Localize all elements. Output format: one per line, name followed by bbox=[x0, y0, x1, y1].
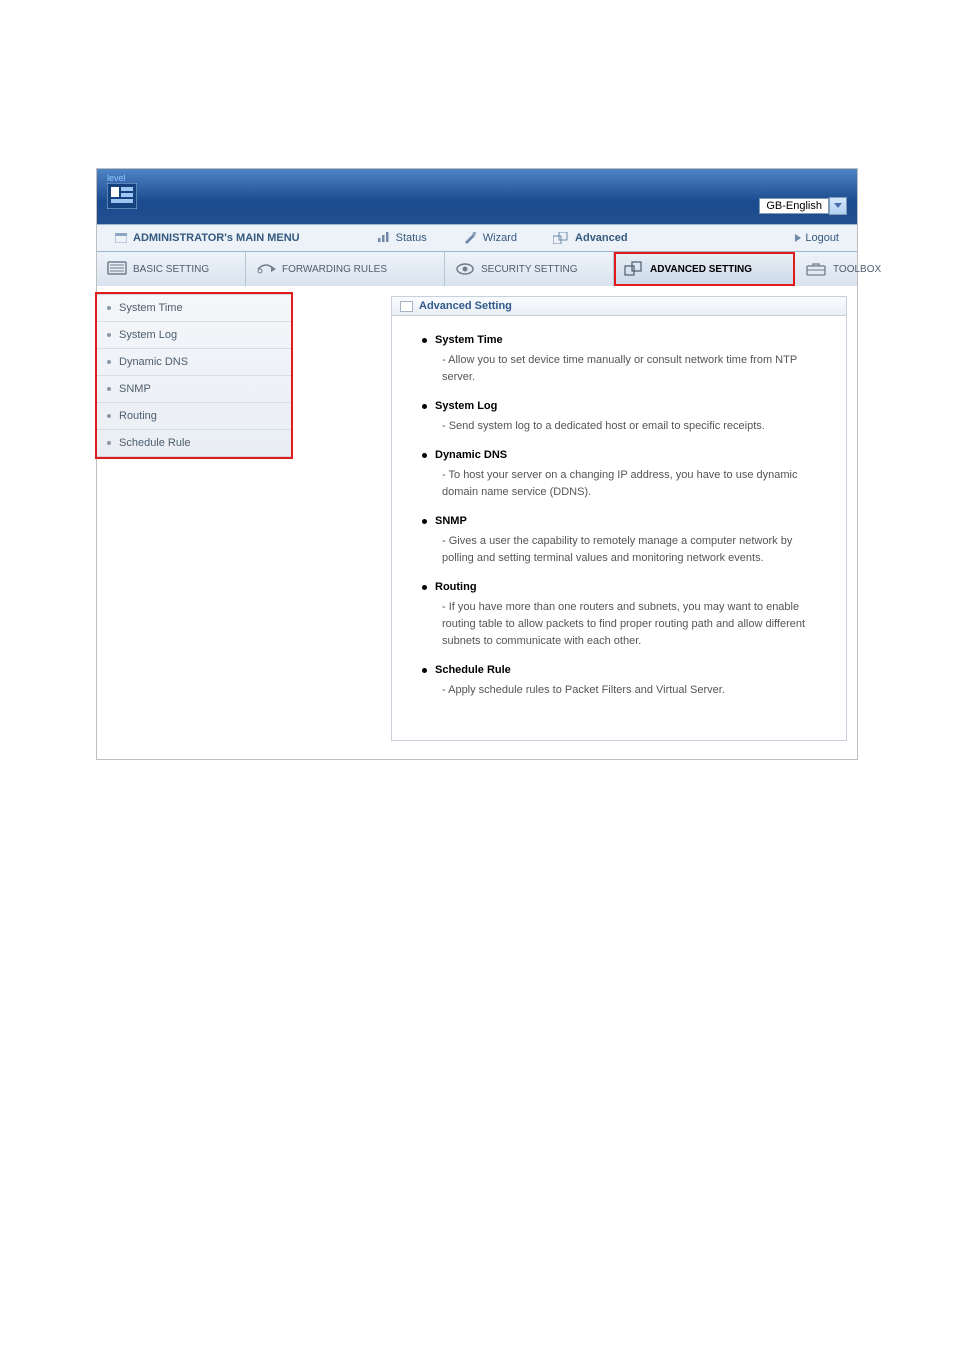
tab-security-setting[interactable]: SECURITY SETTING bbox=[445, 252, 614, 286]
main-menu-title-section: ADMINISTRATOR's MAIN MENU bbox=[97, 232, 318, 244]
sidebar-item-system-log[interactable]: System Log bbox=[97, 322, 291, 349]
nav-wizard[interactable]: Wizard bbox=[445, 232, 535, 244]
page-icon bbox=[400, 301, 413, 312]
feature-routing: Routing - If you have more than one rout… bbox=[422, 581, 824, 650]
bullet-icon bbox=[107, 414, 111, 418]
bullet-icon bbox=[422, 453, 427, 458]
feature-title: System Time bbox=[435, 334, 503, 346]
advanced-setting-icon bbox=[624, 261, 644, 277]
feature-desc: - To host your server on a changing IP a… bbox=[442, 467, 824, 501]
bullet-icon bbox=[107, 306, 111, 310]
bullet-icon bbox=[422, 585, 427, 590]
forwarding-icon bbox=[256, 261, 276, 277]
bullet-icon bbox=[422, 404, 427, 409]
bullet-icon bbox=[422, 668, 427, 673]
feature-system-time: System Time - Allow you to set device ti… bbox=[422, 334, 824, 386]
tab-advanced-label: ADVANCED SETTING bbox=[650, 264, 752, 275]
sidebar-item-label: SNMP bbox=[119, 383, 151, 395]
feature-desc: - Send system log to a dedicated host or… bbox=[442, 418, 824, 435]
header-banner: level GB-English bbox=[97, 169, 857, 224]
tab-advanced-setting[interactable]: ADVANCED SETTING bbox=[614, 252, 795, 286]
feature-title: Dynamic DNS bbox=[435, 449, 507, 461]
feature-list: System Time - Allow you to set device ti… bbox=[422, 334, 824, 700]
tab-forwarding-label: FORWARDING RULES bbox=[282, 264, 387, 275]
tab-basic-label: BASIC SETTING bbox=[133, 264, 209, 275]
tab-bar: BASIC SETTING FORWARDING RULES SECURITY … bbox=[97, 252, 857, 286]
nav-advanced[interactable]: Advanced bbox=[535, 232, 646, 244]
tab-toolbox[interactable]: TOOLBOX bbox=[795, 252, 891, 286]
feature-dynamic-dns: Dynamic DNS - To host your server on a c… bbox=[422, 449, 824, 501]
sidebar-item-dynamic-dns[interactable]: Dynamic DNS bbox=[97, 349, 291, 376]
bullet-icon bbox=[107, 333, 111, 337]
status-icon bbox=[376, 232, 390, 244]
security-icon bbox=[455, 261, 475, 277]
bullet-icon bbox=[422, 338, 427, 343]
tab-basic-setting[interactable]: BASIC SETTING bbox=[97, 252, 246, 286]
nav-wizard-label: Wizard bbox=[483, 232, 517, 244]
sidebar-item-routing[interactable]: Routing bbox=[97, 403, 291, 430]
brand-logo-text: level bbox=[107, 173, 126, 183]
bullet-icon bbox=[107, 360, 111, 364]
bullet-icon bbox=[107, 441, 111, 445]
panel-heading-text: Advanced Setting bbox=[419, 300, 512, 312]
logout-label: Logout bbox=[805, 232, 839, 244]
sidebar-item-schedule-rule[interactable]: Schedule Rule bbox=[97, 430, 291, 456]
sidebar-item-label: Dynamic DNS bbox=[119, 356, 188, 368]
panel-heading: Advanced Setting bbox=[392, 297, 846, 316]
play-icon bbox=[795, 234, 801, 242]
language-selected: GB-English bbox=[759, 198, 829, 214]
sidebar-item-label: System Log bbox=[119, 329, 177, 341]
feature-desc: - Apply schedule rules to Packet Filters… bbox=[442, 682, 824, 699]
nav-status[interactable]: Status bbox=[358, 232, 445, 244]
feature-title: System Log bbox=[435, 400, 497, 412]
page-icon bbox=[115, 233, 127, 243]
feature-snmp: SNMP - Gives a user the capability to re… bbox=[422, 515, 824, 567]
nav-status-label: Status bbox=[396, 232, 427, 244]
feature-schedule-rule: Schedule Rule - Apply schedule rules to … bbox=[422, 664, 824, 699]
bullet-icon bbox=[422, 519, 427, 524]
nav-advanced-label: Advanced bbox=[575, 232, 628, 244]
feature-title: SNMP bbox=[435, 515, 467, 527]
sidebar-item-snmp[interactable]: SNMP bbox=[97, 376, 291, 403]
language-selector[interactable]: GB-English bbox=[759, 197, 847, 215]
sidebar-item-label: System Time bbox=[119, 302, 183, 314]
main-menu-title: ADMINISTRATOR's MAIN MENU bbox=[133, 232, 300, 244]
toolbox-icon bbox=[805, 261, 827, 277]
feature-desc: - If you have more than one routers and … bbox=[442, 599, 824, 650]
logout-link[interactable]: Logout bbox=[795, 232, 839, 244]
sidebar-item-system-time[interactable]: System Time bbox=[97, 295, 291, 322]
feature-system-log: System Log - Send system log to a dedica… bbox=[422, 400, 824, 435]
bullet-icon bbox=[107, 387, 111, 391]
tab-toolbox-label: TOOLBOX bbox=[833, 264, 881, 275]
sidebar-item-label: Schedule Rule bbox=[119, 437, 191, 449]
brand-logo: level bbox=[107, 174, 137, 209]
feature-desc: - Allow you to set device time manually … bbox=[442, 352, 824, 386]
basic-setting-icon bbox=[107, 261, 127, 277]
sidebar: System Time System Log Dynamic DNS SNMP … bbox=[97, 294, 291, 457]
feature-title: Routing bbox=[435, 581, 477, 593]
tab-forwarding-rules[interactable]: FORWARDING RULES bbox=[246, 252, 445, 286]
tab-security-label: SECURITY SETTING bbox=[481, 264, 578, 275]
feature-title: Schedule Rule bbox=[435, 664, 511, 676]
advanced-icon bbox=[553, 232, 569, 244]
feature-desc: - Gives a user the capability to remotel… bbox=[442, 533, 824, 567]
top-nav: ADMINISTRATOR's MAIN MENU Status Wizard … bbox=[97, 224, 857, 252]
sidebar-item-label: Routing bbox=[119, 410, 157, 422]
chevron-down-icon bbox=[829, 197, 847, 215]
content-panel: Advanced Setting System Time - Allow you… bbox=[391, 296, 847, 741]
wizard-icon bbox=[463, 232, 477, 244]
